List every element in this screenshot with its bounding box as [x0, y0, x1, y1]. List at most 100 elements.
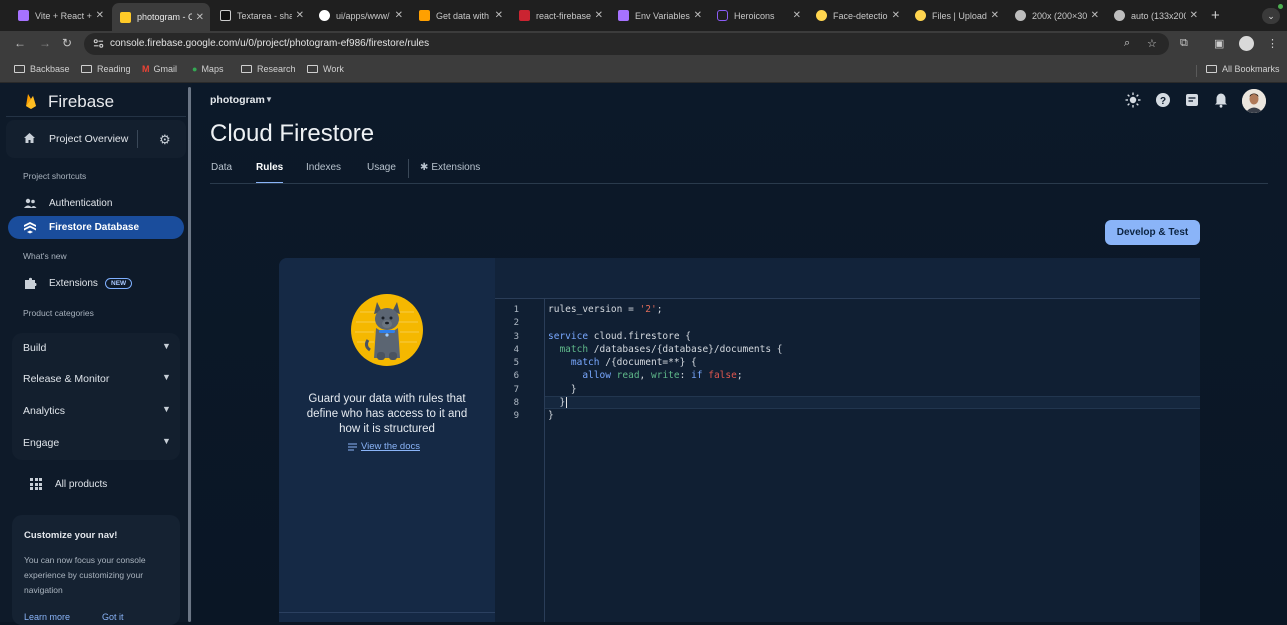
- folder-icon: [14, 65, 25, 73]
- side-panel-icon[interactable]: ▣: [1214, 37, 1224, 50]
- npm-icon: [519, 10, 530, 21]
- profile-avatar[interactable]: [1239, 36, 1254, 51]
- code-line-1[interactable]: rules_version = '2';: [548, 304, 662, 315]
- category-engage[interactable]: Engage ▼: [12, 428, 180, 459]
- code-token: }: [548, 397, 566, 408]
- develop-test-button[interactable]: Develop & Test: [1105, 220, 1200, 245]
- tab-indexes[interactable]: Indexes: [306, 162, 341, 173]
- code-line-3[interactable]: service cloud.firestore {: [548, 331, 691, 342]
- help-icon[interactable]: ?: [1155, 92, 1171, 108]
- firebase-icon: [120, 11, 131, 23]
- close-icon[interactable]: ✕: [495, 10, 503, 21]
- caret-down-icon[interactable]: ▼: [265, 95, 273, 104]
- browser-tab[interactable]: Files | Uploadcare ✕: [907, 4, 1005, 27]
- close-icon[interactable]: ✕: [1190, 10, 1198, 21]
- code-token-keyword: service: [548, 331, 589, 342]
- browser-tab[interactable]: Vite + React + TS ✕: [10, 4, 110, 27]
- category-release-monitor[interactable]: Release & Monitor ▼: [12, 364, 180, 395]
- close-icon[interactable]: ✕: [991, 10, 999, 21]
- category-label: Engage: [23, 437, 60, 449]
- code-line-8[interactable]: }: [548, 397, 568, 408]
- browser-tab[interactable]: Env Variables and Modes ✕: [610, 4, 708, 27]
- project-overview-link[interactable]: Project Overview: [49, 133, 128, 145]
- tab-usage[interactable]: Usage: [367, 162, 396, 173]
- line-number: 6: [513, 371, 519, 381]
- all-bookmarks-button[interactable]: All Bookmarks: [1206, 64, 1280, 74]
- tab-search-button[interactable]: ⌄: [1262, 8, 1280, 24]
- reload-button[interactable]: ↻: [62, 36, 72, 50]
- current-line-highlight: [545, 396, 1200, 409]
- firebase-brand[interactable]: Firebase: [48, 92, 114, 112]
- browser-tab[interactable]: 200x (200×300) ✕: [1007, 4, 1105, 27]
- browser-tab[interactable]: Face-detection ✕: [808, 4, 906, 27]
- close-icon[interactable]: ✕: [296, 10, 304, 21]
- rules-info-pane: Guard your data with rules that define w…: [279, 258, 495, 622]
- browser-tab[interactable]: Heroicons ✕: [709, 4, 807, 27]
- code-line-9[interactable]: }: [548, 410, 554, 421]
- code-line-7[interactable]: }: [548, 384, 577, 395]
- category-analytics[interactable]: Analytics ▼: [12, 396, 180, 427]
- bookmark-link[interactable]: M Gmail: [142, 64, 177, 74]
- close-icon[interactable]: ✕: [196, 12, 204, 23]
- tab-extensions[interactable]: ✱ Extensions: [420, 162, 480, 173]
- bookmark-folder[interactable]: Reading: [81, 64, 131, 74]
- code-line-6[interactable]: allow read, write: if false;: [548, 370, 742, 381]
- firebase-logo-icon[interactable]: [24, 92, 38, 110]
- sidebar-scrollbar[interactable]: [188, 87, 191, 622]
- close-icon[interactable]: ✕: [96, 10, 104, 21]
- theme-sun-icon[interactable]: [1125, 92, 1141, 108]
- code-token-boolean: false: [702, 370, 737, 381]
- site-settings-icon[interactable]: [93, 38, 104, 49]
- extensions-icon[interactable]: ⧉: [1180, 37, 1188, 50]
- sidebar-item-authentication[interactable]: Authentication: [8, 192, 184, 215]
- close-icon[interactable]: ✕: [694, 10, 702, 21]
- close-icon[interactable]: ✕: [793, 10, 801, 21]
- bookmark-link[interactable]: ● Maps: [192, 64, 223, 74]
- sidebar-item-firestore-database[interactable]: Firestore Database: [8, 216, 184, 239]
- rules-code-editor[interactable]: 1 2 3 4 5 6 7 8 9 rules_version = '2'; s…: [495, 258, 1200, 622]
- feedback-icon[interactable]: [1184, 92, 1200, 108]
- close-icon[interactable]: ✕: [892, 10, 900, 21]
- bookmark-label: Research: [257, 64, 296, 74]
- category-build[interactable]: Build ▼: [12, 333, 180, 364]
- code-line-4[interactable]: match /databases/{database}/documents {: [548, 344, 782, 355]
- code-token-keyword: match: [570, 357, 600, 368]
- close-icon[interactable]: ✕: [595, 10, 603, 21]
- zoom-icon[interactable]: ⌕: [1124, 37, 1130, 50]
- tab-rules[interactable]: Rules: [256, 162, 283, 173]
- tabs-divider-line: [210, 183, 1268, 184]
- chevron-down-icon: ▼: [162, 436, 171, 446]
- menu-kebab-icon[interactable]: ⋮: [1267, 37, 1278, 50]
- browser-tab[interactable]: react-firebase-hooks ✕: [511, 4, 609, 27]
- all-products-link[interactable]: All products: [30, 478, 107, 490]
- learn-more-link[interactable]: Learn more: [24, 612, 70, 622]
- browser-tab[interactable]: ui/apps/www/ ✕: [311, 4, 409, 27]
- view-docs-link[interactable]: View the docs: [361, 441, 420, 452]
- close-icon[interactable]: ✕: [395, 10, 403, 21]
- address-bar[interactable]: console.firebase.google.com/u/0/project/…: [84, 33, 1169, 55]
- browser-tab[interactable]: Get data with Cloud Firestore ✕: [411, 4, 509, 27]
- got-it-button[interactable]: Got it: [102, 612, 124, 622]
- bookmark-folder[interactable]: Backbase: [14, 64, 70, 74]
- sidebar-item-extensions[interactable]: Extensions NEW: [8, 272, 184, 295]
- bookmark-folder[interactable]: Work: [307, 64, 344, 74]
- browser-tab[interactable]: Textarea - shadcn/ui ✕: [212, 4, 310, 27]
- bookmark-folder[interactable]: Research: [241, 64, 296, 74]
- tab-data[interactable]: Data: [211, 162, 232, 173]
- close-icon[interactable]: ✕: [1091, 10, 1099, 21]
- bookmark-star-icon[interactable]: ☆: [1147, 37, 1157, 50]
- code-line-5[interactable]: match /{document=**} {: [548, 357, 697, 368]
- forward-button[interactable]: →: [39, 36, 51, 50]
- overview-divider: [137, 130, 138, 148]
- notifications-bell-icon[interactable]: [1213, 92, 1229, 108]
- browser-toolbar: ← → ↻ console.firebase.google.com/u/0/pr…: [0, 31, 1287, 58]
- url-text[interactable]: console.firebase.google.com/u/0/project/…: [110, 38, 429, 49]
- new-tab-button[interactable]: +: [1211, 7, 1220, 24]
- gear-icon[interactable]: ⚙: [159, 132, 171, 148]
- user-avatar[interactable]: [1242, 89, 1266, 113]
- code-token-permission: write: [651, 370, 680, 381]
- project-selector[interactable]: photogram: [210, 94, 265, 106]
- browser-tab-active[interactable]: photogram - Cloud Firestore ✕: [112, 3, 210, 31]
- browser-tab[interactable]: auto (133x200) ✕: [1106, 4, 1204, 27]
- back-button[interactable]: ←: [14, 36, 26, 50]
